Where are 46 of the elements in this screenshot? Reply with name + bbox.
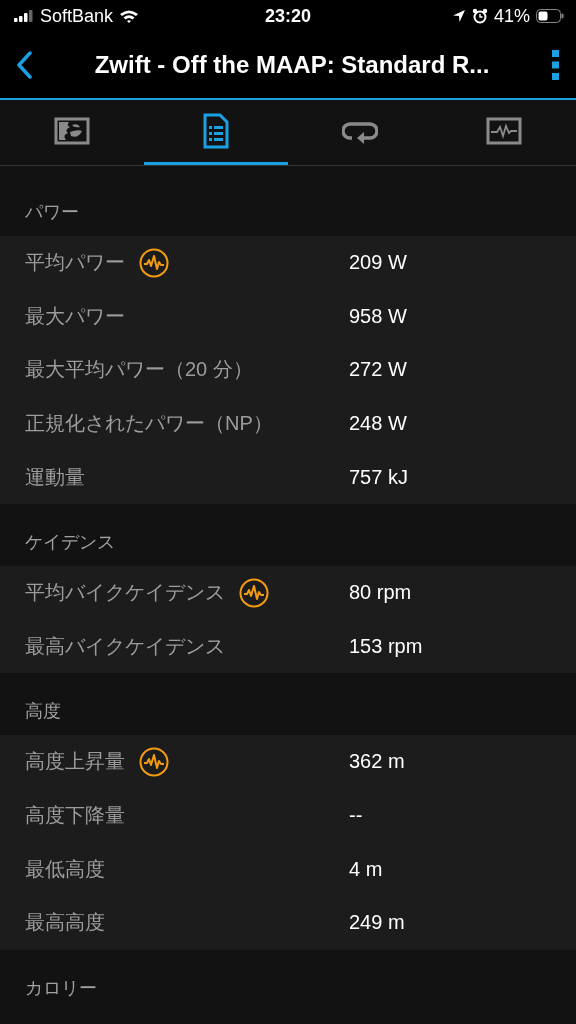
stat-label: 最低高度 [25, 856, 105, 882]
section-heading: ケイデンス [25, 530, 115, 554]
back-icon [16, 51, 32, 79]
chart-link-button[interactable] [239, 577, 269, 608]
chart-link-button[interactable] [139, 746, 169, 777]
stat-value: 362 m [349, 750, 405, 774]
stat-label: 最高高度 [25, 910, 105, 936]
more-icon [552, 50, 560, 80]
stat-label: 平均パワー [25, 250, 125, 276]
chart-link-button[interactable] [139, 247, 169, 278]
screen-title: Zwift - Off the MAAP: Standard R... [93, 51, 491, 79]
stat-label: 最大平均パワー（20 分） [25, 357, 253, 383]
carrier-name: SoftBank [40, 5, 114, 27]
stat-value: 272 W [349, 358, 407, 382]
stat-value: 4 m [349, 857, 383, 881]
stat-label: 高度下降量 [25, 803, 125, 829]
stat-label: 最大パワー [25, 303, 125, 329]
pulse-icon [139, 746, 169, 777]
section-heading: 高度 [25, 700, 61, 724]
stat-label: 正規化されたパワー（NP） [25, 411, 273, 437]
stat-value: 248 W [349, 412, 407, 436]
stat-value: 249 m [349, 911, 405, 935]
section-heading: パワー [25, 201, 79, 224]
stat-value: 757 kJ [349, 465, 408, 489]
stat-value: 153 rpm [349, 634, 423, 658]
stat-value: 80 rpm [349, 581, 412, 605]
alarm-icon [471, 8, 488, 24]
battery-icon [536, 9, 564, 23]
signal-icon [14, 10, 34, 22]
stat-label: 運動量 [25, 464, 85, 490]
stat-label: 平均バイクケイデンス [25, 580, 225, 606]
wifi-icon [119, 9, 140, 23]
pulse-icon [239, 577, 269, 608]
clock-time: 23:20 [265, 5, 311, 27]
stat-value: -- [349, 804, 363, 828]
map-icon [54, 117, 90, 145]
battery-percent: 41% [493, 5, 530, 27]
stat-label: 最高バイクケイデンス [25, 633, 225, 659]
stat-value: 958 W [349, 304, 407, 328]
line-chart-icon [486, 117, 522, 145]
document-list-icon [202, 113, 230, 149]
stat-value: 209 W [349, 251, 407, 275]
section-heading: カロリー [25, 976, 97, 1000]
location-icon [451, 9, 466, 23]
pulse-icon [139, 247, 169, 278]
stat-label: 高度上昇量 [25, 749, 125, 775]
